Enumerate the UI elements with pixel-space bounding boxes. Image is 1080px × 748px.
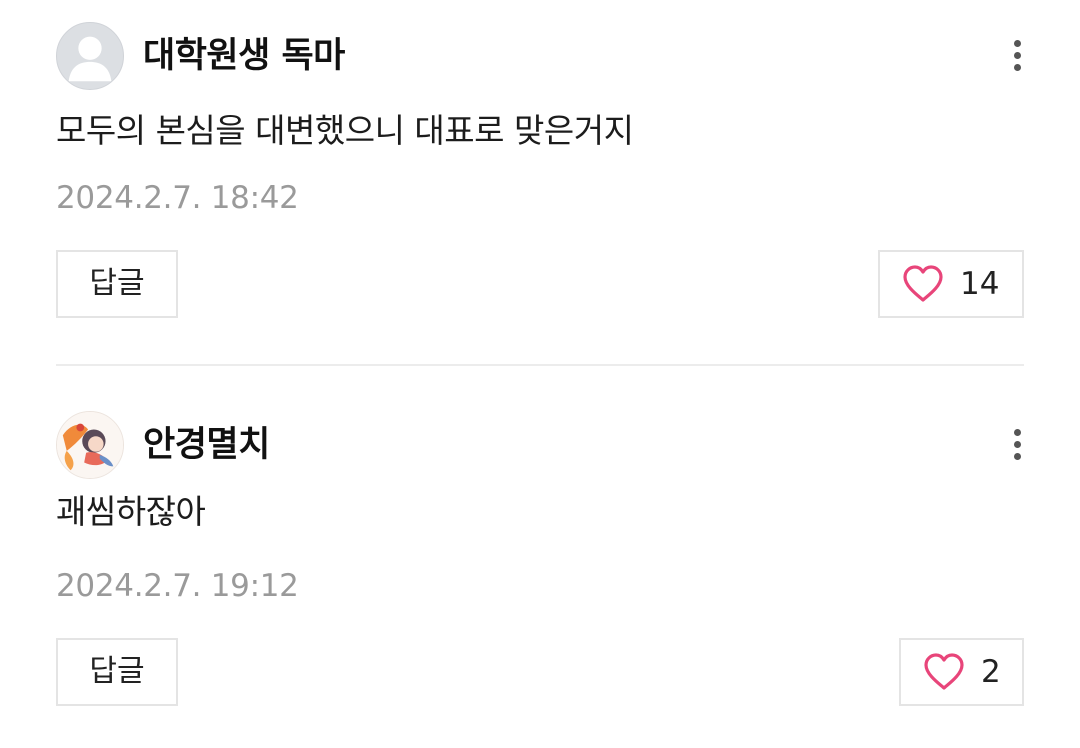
like-count: 2	[981, 654, 1001, 690]
heart-outline-icon	[923, 653, 965, 691]
reply-button[interactable]: 답글	[56, 250, 178, 318]
username[interactable]: 안경멸치	[143, 424, 270, 466]
comment-text: 괘씸하잖아	[56, 492, 206, 531]
username[interactable]: 대학원생 독마	[143, 35, 345, 77]
comment-item: 안경멸치 괘씸하잖아 2024.2.7. 19:12 답글 2	[56, 411, 1024, 706]
like-count: 14	[960, 266, 1000, 302]
comment-timestamp: 2024.2.7. 18:42	[56, 180, 299, 216]
comment-divider	[56, 364, 1024, 366]
reply-button[interactable]: 답글	[56, 638, 178, 706]
like-button[interactable]: 2	[899, 638, 1024, 706]
comment-item: 대학원생 독마 모두의 본심을 대변했으니 대표로 맞은거지 2024.2.7.…	[56, 22, 1024, 318]
like-button[interactable]: 14	[878, 250, 1024, 318]
comment-header: 안경멸치	[56, 411, 1024, 481]
more-options-icon[interactable]	[1006, 30, 1030, 82]
comment-text: 모두의 본심을 대변했으니 대표로 맞은거지	[56, 111, 634, 150]
heart-outline-icon	[902, 265, 944, 303]
comment-header: 대학원생 독마	[56, 22, 1024, 92]
anime-character-avatar[interactable]	[56, 411, 124, 479]
default-profile-icon[interactable]	[56, 22, 124, 90]
more-options-icon[interactable]	[1006, 419, 1030, 471]
comment-timestamp: 2024.2.7. 19:12	[56, 568, 299, 604]
